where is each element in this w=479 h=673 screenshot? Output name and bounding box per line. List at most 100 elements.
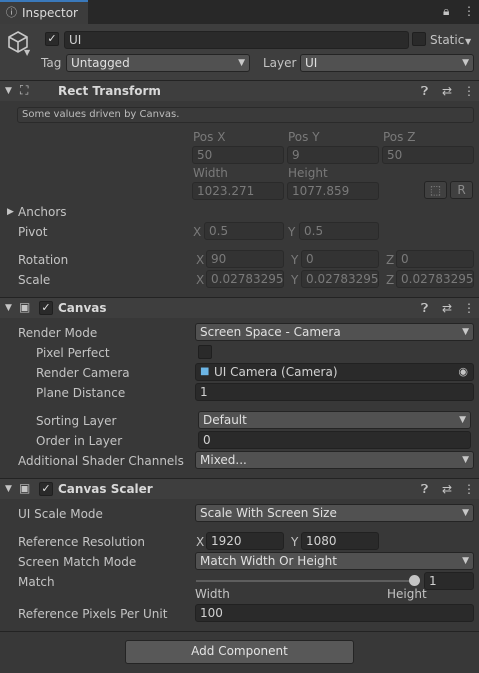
kebab-menu-icon[interactable]: ⋮ bbox=[463, 4, 475, 18]
canvas-scaler-title: Canvas Scaler bbox=[58, 482, 153, 496]
pixels-per-unit-field[interactable]: 100 bbox=[195, 604, 474, 622]
scale-z-label: Z bbox=[386, 273, 395, 287]
shader-channels-label: Additional Shader Channels bbox=[18, 454, 184, 468]
blueprint-mode-button[interactable]: ⬚ bbox=[424, 181, 447, 199]
order-in-layer-label: Order in Layer bbox=[36, 434, 123, 448]
shader-channels-value: Mixed... bbox=[200, 453, 247, 467]
anchors-label[interactable]: Anchors bbox=[18, 205, 67, 219]
pos-y-field[interactable]: 9 bbox=[287, 146, 379, 164]
rot-y-field[interactable]: 0 bbox=[301, 250, 379, 268]
rect-transform-icon: ⛶ bbox=[20, 83, 29, 97]
layer-label: Layer bbox=[263, 56, 297, 70]
active-checkbox[interactable]: ✓ bbox=[45, 32, 59, 46]
rot-y-label: Y bbox=[291, 253, 299, 267]
sorting-layer-label: Sorting Layer bbox=[36, 414, 117, 428]
help-icon[interactable]: ❓︎ bbox=[421, 84, 428, 98]
foldout-arrow-icon[interactable]: ▼ bbox=[5, 482, 12, 496]
match-slider-thumb[interactable] bbox=[409, 575, 420, 586]
foldout-arrow-icon[interactable]: ▼ bbox=[5, 301, 12, 315]
order-in-layer-field[interactable]: 0 bbox=[198, 431, 471, 449]
canvas-header[interactable]: ▼ ▣ ✓ Canvas ❓︎ ⇄ ⋮ bbox=[0, 297, 479, 318]
sorting-layer-dropdown[interactable]: Default ▼ bbox=[198, 411, 471, 429]
add-component-button[interactable]: Add Component bbox=[125, 640, 354, 664]
match-slider-track[interactable] bbox=[196, 580, 416, 582]
static-dropdown-icon[interactable]: ▼ bbox=[465, 35, 471, 49]
width-label: Width bbox=[193, 166, 228, 180]
target-picker-icon[interactable]: ◉ bbox=[458, 365, 468, 379]
pos-x-field[interactable]: 50 bbox=[192, 146, 284, 164]
static-label: Static bbox=[430, 33, 465, 47]
pivot-y-label: Y bbox=[288, 225, 296, 239]
foldout-arrow-icon[interactable]: ▶ bbox=[7, 205, 14, 219]
chevron-down-icon: ▼ bbox=[462, 508, 469, 518]
object-name-field[interactable]: UI bbox=[64, 31, 409, 49]
canvas-enabled-checkbox[interactable]: ✓ bbox=[39, 301, 53, 315]
pos-x-label: Pos X bbox=[193, 130, 226, 144]
kebab-menu-icon[interactable]: ⋮ bbox=[463, 301, 475, 315]
pos-y-label: Pos Y bbox=[288, 130, 320, 144]
static-checkbox[interactable] bbox=[412, 32, 426, 46]
rot-z-label: Z bbox=[386, 253, 395, 267]
rot-x-label: X bbox=[196, 253, 205, 267]
chevron-down-icon[interactable]: ▼ bbox=[24, 46, 30, 60]
rotation-label: Rotation bbox=[18, 253, 69, 267]
preset-icon[interactable]: ⇄ bbox=[442, 301, 452, 315]
lock-icon[interactable]: 🔒︎ bbox=[443, 4, 449, 18]
pixels-per-unit-label: Reference Pixels Per Unit bbox=[18, 607, 168, 621]
sorting-layer-value: Default bbox=[203, 413, 247, 427]
canvas-scaler-enabled-checkbox[interactable]: ✓ bbox=[39, 482, 53, 496]
layer-dropdown[interactable]: UI ▼ bbox=[300, 54, 474, 72]
preset-icon[interactable]: ⇄ bbox=[442, 84, 452, 98]
chevron-down-icon: ▼ bbox=[459, 415, 466, 425]
canvas-scaler-header[interactable]: ▼ ▣ ✓ Canvas Scaler ❓︎ ⇄ ⋮ bbox=[0, 478, 479, 499]
tab-title: Inspector bbox=[22, 6, 78, 20]
rect-transform-header[interactable]: ▼ ⛶ Rect Transform ❓︎ ⇄ ⋮ bbox=[0, 80, 479, 101]
camera-icon: ■ bbox=[200, 366, 210, 377]
pixel-perfect-checkbox[interactable] bbox=[198, 345, 212, 359]
preset-icon[interactable]: ⇄ bbox=[442, 482, 452, 496]
screen-match-mode-value: Match Width Or Height bbox=[200, 554, 337, 568]
pos-z-field[interactable]: 50 bbox=[382, 146, 474, 164]
info-icon: ⓘ bbox=[6, 6, 17, 19]
scale-z-field[interactable]: 0.02783295 bbox=[396, 270, 474, 288]
kebab-menu-icon[interactable]: ⋮ bbox=[463, 482, 475, 496]
shader-channels-dropdown[interactable]: Mixed... ▼ bbox=[195, 451, 474, 469]
kebab-menu-icon[interactable]: ⋮ bbox=[463, 84, 475, 98]
height-field[interactable]: 1077.859 bbox=[287, 182, 379, 200]
match-width-label: Width bbox=[195, 587, 230, 601]
ui-scale-mode-label: UI Scale Mode bbox=[18, 507, 103, 521]
chevron-down-icon: ▼ bbox=[462, 327, 469, 337]
chevron-down-icon: ▼ bbox=[462, 58, 469, 68]
rot-z-field[interactable]: 0 bbox=[396, 250, 474, 268]
render-mode-dropdown[interactable]: Screen Space - Camera ▼ bbox=[195, 323, 474, 341]
plane-distance-label: Plane Distance bbox=[36, 386, 126, 400]
scale-x-field[interactable]: 0.02783295 bbox=[206, 270, 284, 288]
ref-x-field[interactable]: 1920 bbox=[206, 532, 284, 550]
pivot-x-field[interactable]: 0.5 bbox=[204, 222, 284, 240]
ref-y-field[interactable]: 1080 bbox=[301, 532, 379, 550]
tab-inspector[interactable]: ⓘ Inspector bbox=[0, 0, 88, 24]
tag-dropdown[interactable]: Untagged ▼ bbox=[66, 54, 250, 72]
rot-x-field[interactable]: 90 bbox=[206, 250, 284, 268]
pivot-label: Pivot bbox=[18, 225, 48, 239]
foldout-arrow-icon[interactable]: ▼ bbox=[5, 84, 12, 98]
match-value-field[interactable]: 1 bbox=[424, 572, 474, 590]
screen-match-mode-label: Screen Match Mode bbox=[18, 555, 137, 569]
driven-note-text: Some values driven by Canvas. bbox=[22, 109, 180, 120]
scale-y-label: Y bbox=[291, 273, 299, 287]
pivot-y-field[interactable]: 0.5 bbox=[299, 222, 379, 240]
ui-scale-mode-dropdown[interactable]: Scale With Screen Size ▼ bbox=[195, 504, 474, 522]
scale-x-label: X bbox=[196, 273, 205, 287]
scale-y-field[interactable]: 0.02783295 bbox=[301, 270, 379, 288]
ref-y-label: Y bbox=[291, 535, 299, 549]
raw-edit-button[interactable]: R bbox=[450, 181, 473, 199]
screen-match-mode-dropdown[interactable]: Match Width Or Height ▼ bbox=[195, 552, 474, 570]
plane-distance-field[interactable]: 1 bbox=[195, 383, 474, 401]
width-field[interactable]: 1023.271 bbox=[192, 182, 284, 200]
help-icon[interactable]: ❓︎ bbox=[421, 301, 428, 315]
pos-z-label: Pos Z bbox=[383, 130, 416, 144]
layer-value: UI bbox=[305, 56, 318, 70]
help-icon[interactable]: ❓︎ bbox=[421, 482, 428, 496]
render-camera-field[interactable]: ■ UI Camera (Camera) ◉ bbox=[195, 363, 474, 381]
ui-scale-mode-value: Scale With Screen Size bbox=[200, 506, 337, 520]
